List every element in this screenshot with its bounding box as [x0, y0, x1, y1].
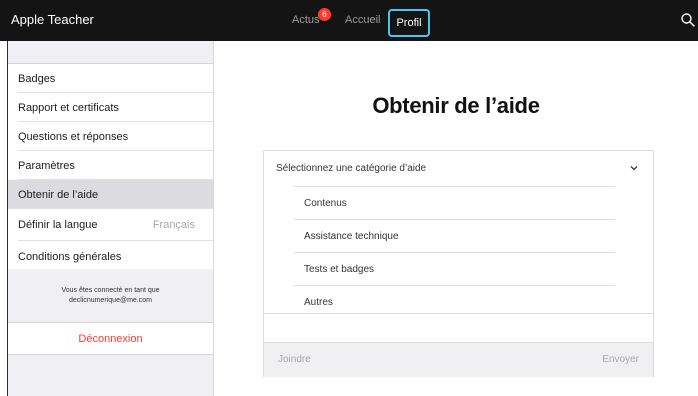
search-icon[interactable] [680, 12, 696, 28]
sidebar-item-label: Questions et réponses [18, 130, 129, 143]
account-email: declicnumerique@me.com [69, 297, 152, 304]
option-contents[interactable]: Contenus [294, 186, 615, 219]
category-dropdown[interactable]: Sélectionnez une catégorie d’aide [264, 151, 653, 186]
option-tech-support[interactable]: Assistance technique [294, 219, 615, 252]
sidebar-item-label: Définir la langue [18, 219, 98, 231]
help-form: Sélectionnez une catégorie d’aide Conten… [263, 150, 654, 377]
sidebar-header-gap [8, 41, 213, 64]
sidebar-item-label: Conditions générales [18, 251, 122, 263]
option-label: Tests et badges [304, 263, 375, 275]
option-tests-badges[interactable]: Tests et badges [294, 252, 615, 285]
form-actions: Joindre Envoyer [264, 342, 653, 377]
sidebar-item-reports[interactable]: Rapport et certificats [8, 93, 213, 122]
sidebar-item-language[interactable]: Définir la langue Français [8, 209, 213, 241]
page-title: Obtenir de l’aide [372, 93, 540, 118]
tab-profile-label: Profil [396, 17, 422, 29]
chevron-down-icon [629, 163, 639, 173]
account-info: Vous êtes connecté en tant que declicnum… [8, 269, 213, 323]
message-input[interactable] [264, 313, 653, 342]
sidebar-item-help[interactable]: Obtenir de l’aide [8, 180, 213, 209]
option-label: Autres [304, 296, 333, 308]
app-title: Apple Teacher [11, 12, 94, 27]
sidebar-item-label: Paramètres [18, 159, 75, 172]
sidebar-item-label: Rapport et certificats [18, 101, 119, 114]
category-options: Contenus Assistance technique Tests et b… [294, 186, 615, 318]
tab-news[interactable]: Actus [292, 14, 320, 26]
top-nav-bar: Apple Teacher Actus 6 Accueil Profil [0, 0, 698, 41]
option-label: Contenus [304, 197, 347, 209]
category-placeholder: Sélectionnez une catégorie d’aide [276, 163, 427, 174]
sidebar-item-badges[interactable]: Badges [8, 64, 213, 93]
account-line1: Vous êtes connecté en tant que [61, 287, 160, 294]
news-badge: 6 [318, 8, 331, 21]
option-label: Assistance technique [304, 230, 399, 242]
attach-button[interactable]: Joindre [278, 354, 311, 365]
sidebar-menu: Badges Rapport et certificats Questions … [8, 64, 213, 273]
tab-profile[interactable]: Profil [388, 9, 430, 37]
tab-home[interactable]: Accueil [345, 14, 380, 26]
logout-button[interactable]: Déconnexion [8, 323, 213, 355]
sidebar-item-faq[interactable]: Questions et réponses [8, 122, 213, 151]
sidebar-item-label: Obtenir de l’aide [18, 188, 99, 201]
sidebar: Badges Rapport et certificats Questions … [8, 41, 214, 396]
send-button[interactable]: Envoyer [602, 354, 639, 365]
sidebar-item-label: Badges [18, 72, 56, 85]
sidebar-footer [8, 355, 213, 396]
sidebar-item-settings[interactable]: Paramètres [8, 151, 213, 180]
logout-label: Déconnexion [78, 332, 143, 345]
language-value: Français [152, 219, 195, 231]
